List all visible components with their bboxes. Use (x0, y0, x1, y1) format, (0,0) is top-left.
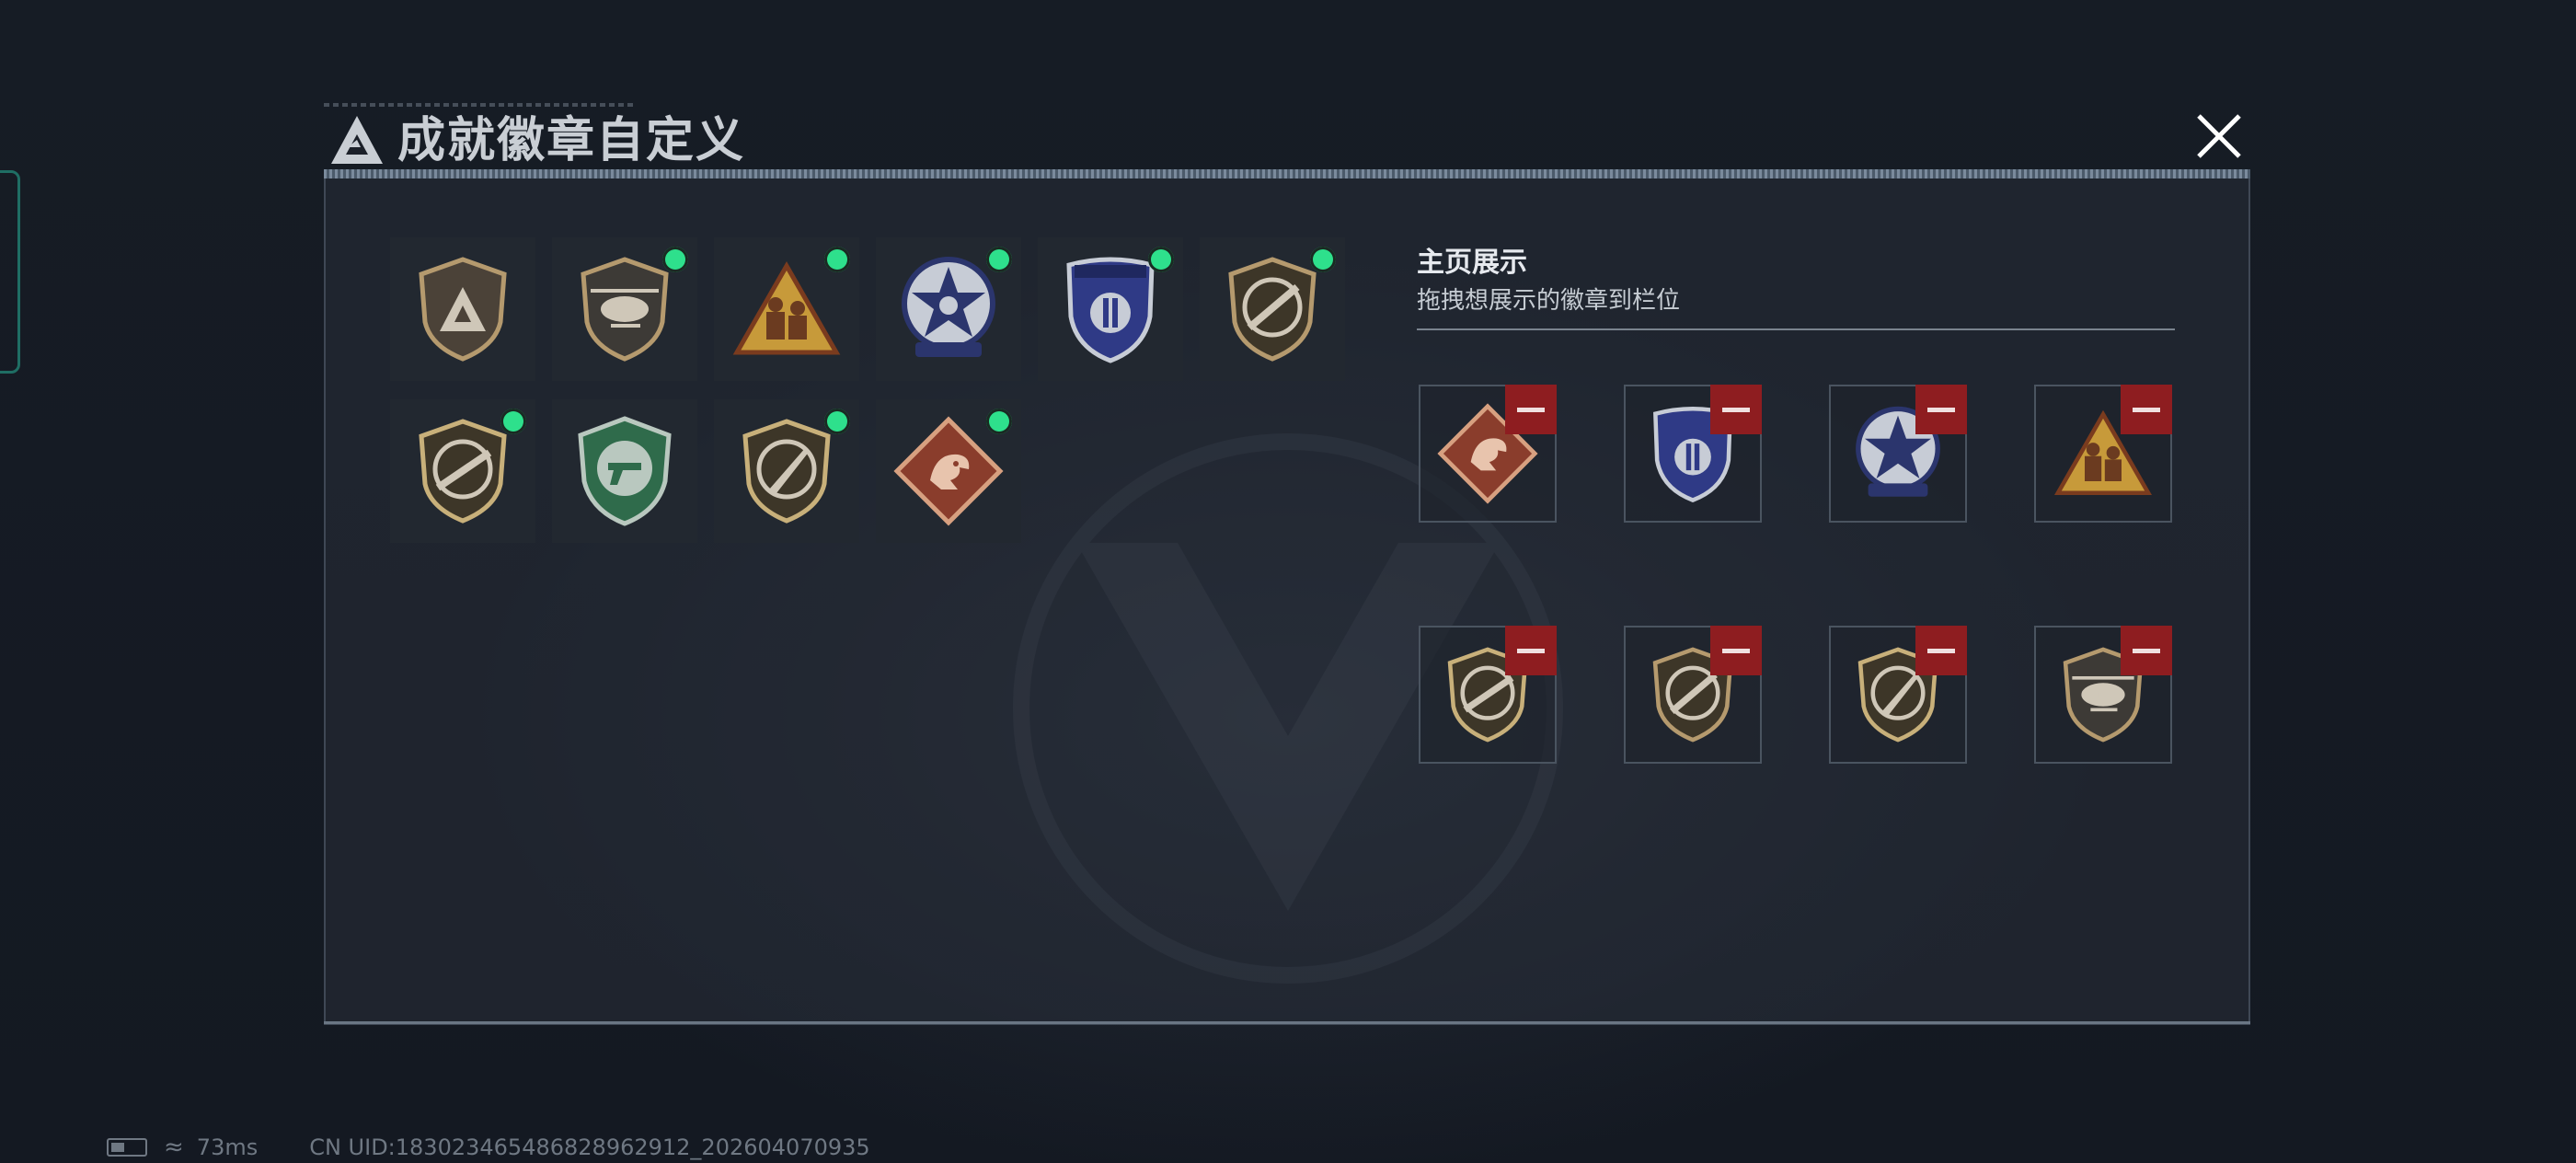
minus-icon (1927, 407, 1955, 412)
remove-badge-button[interactable] (1915, 385, 1967, 434)
helicopter-shield-badge-icon (581, 257, 669, 362)
equipped-dot (500, 409, 526, 434)
badge-slot-9[interactable] (714, 399, 859, 543)
badge-slot-1[interactable] (390, 237, 535, 381)
soldiers-triangle-badge-icon (732, 260, 841, 355)
triangle-logo-icon (331, 116, 383, 164)
side-tab[interactable] (0, 170, 20, 374)
badge-slot-10[interactable] (876, 399, 1021, 543)
minus-icon (1722, 407, 1750, 412)
remove-badge-button[interactable] (1710, 385, 1762, 434)
equipped-dot (986, 409, 1012, 434)
equipped-dot (1310, 247, 1336, 272)
remove-badge-button[interactable] (1915, 626, 1967, 675)
badge-slot-5[interactable] (1038, 237, 1183, 381)
star-blue-badge-icon (902, 257, 995, 357)
close-icon (2197, 114, 2241, 158)
badge-slot-2[interactable] (552, 237, 697, 381)
rifle-round-shield-badge-icon (419, 419, 507, 524)
rifle-shield-badge-icon (1228, 257, 1317, 362)
equipped-dot (662, 247, 688, 272)
remove-badge-button[interactable] (1505, 385, 1557, 434)
status-bar: ≈ 73ms CN UID:18302346548682896291​2_202… (107, 1134, 870, 1161)
latency-text: 73ms (196, 1134, 259, 1160)
display-slot-5[interactable] (1419, 626, 1557, 764)
display-section-title: 主页展示 (1417, 247, 1527, 279)
remove-badge-button[interactable] (2121, 385, 2172, 434)
display-slot-4[interactable] (2034, 385, 2172, 523)
panel-bottom-border (324, 1021, 2250, 1024)
pistol-green-badge-icon (578, 416, 672, 526)
display-section-subtitle: 拖拽想展示的徽章到栏位 (1417, 287, 1681, 315)
display-slot-6[interactable] (1624, 626, 1762, 764)
badge-slot-6[interactable] (1200, 237, 1345, 381)
section-divider (1417, 328, 2175, 330)
display-slot-1[interactable] (1419, 385, 1557, 523)
minus-icon (1517, 648, 1545, 653)
badge-slot-4[interactable] (876, 237, 1021, 381)
equipped-dot (986, 247, 1012, 272)
close-button[interactable] (2190, 103, 2248, 169)
minus-icon (1517, 407, 1545, 412)
knife-shield-badge-icon (742, 419, 831, 524)
minus-icon (2133, 648, 2160, 653)
display-slot-2[interactable] (1624, 385, 1762, 523)
minus-icon (2133, 407, 2160, 412)
triangle-logo-shield-badge-icon (419, 257, 507, 362)
badge-slot-7[interactable] (390, 399, 535, 543)
minus-icon (1722, 648, 1750, 653)
minus-icon (1927, 648, 1955, 653)
page-title: 成就徽章自定义 (397, 113, 746, 168)
equipped-dot (824, 409, 850, 434)
battery-icon (107, 1138, 147, 1157)
display-slot-3[interactable] (1829, 385, 1967, 523)
display-slot-7[interactable] (1829, 626, 1967, 764)
equipped-dot (824, 247, 850, 272)
remove-badge-button[interactable] (2121, 626, 2172, 675)
badge-slot-3[interactable] (714, 237, 859, 381)
remove-badge-button[interactable] (1710, 626, 1762, 675)
wifi-icon: ≈ (164, 1134, 184, 1161)
badge-slot-8[interactable] (552, 399, 697, 543)
panel-top-border (324, 169, 2250, 178)
display-slot-8[interactable] (2034, 626, 2172, 764)
uid-text: CN UID:18302346548682896291​2_2026040709… (309, 1134, 870, 1160)
police-blue-shield-badge-icon (1066, 257, 1155, 363)
dragon-diamond-badge-icon (893, 416, 1004, 526)
remove-badge-button[interactable] (1505, 626, 1557, 675)
equipped-dot (1148, 247, 1174, 272)
